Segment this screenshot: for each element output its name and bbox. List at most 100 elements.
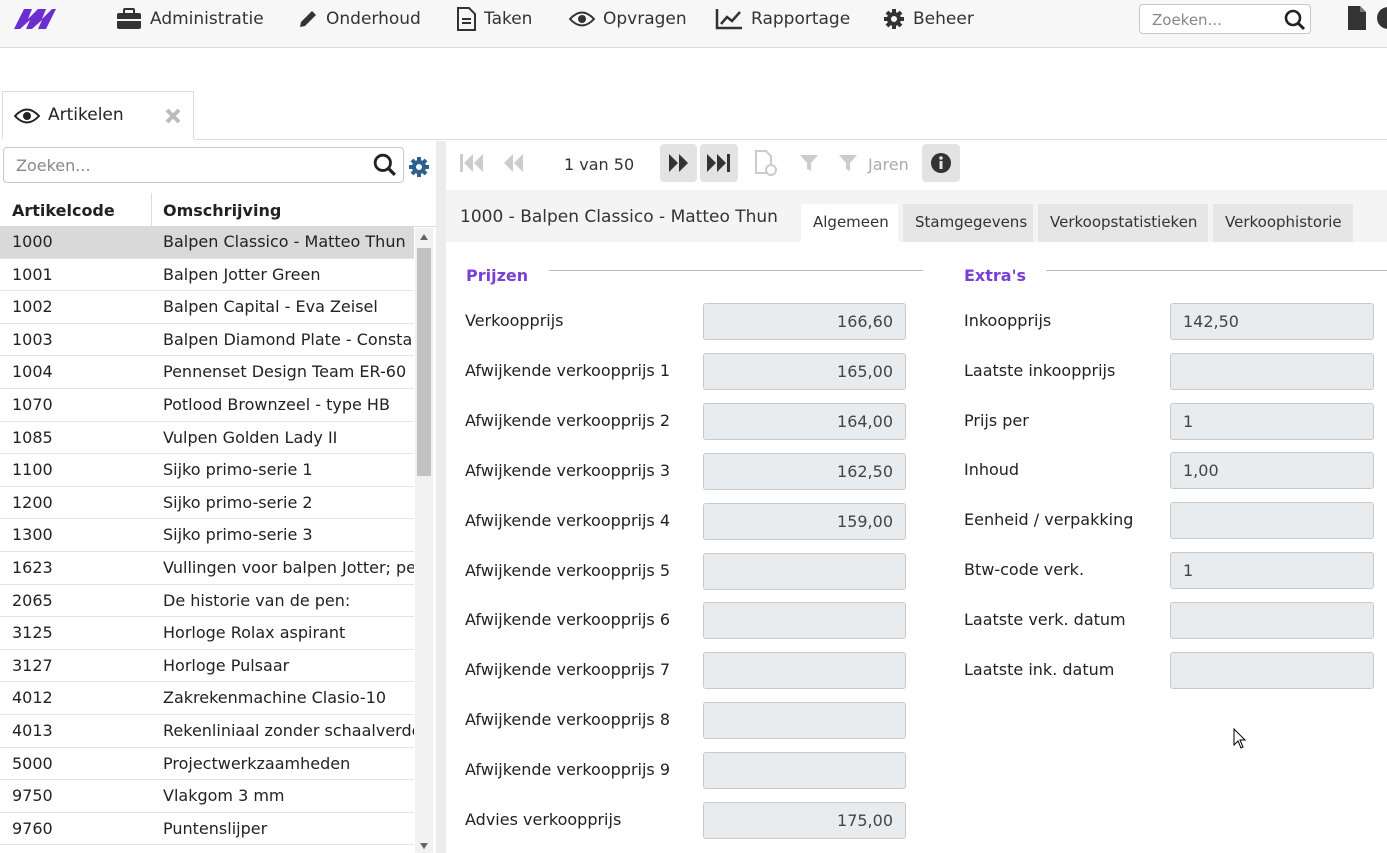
nav-label: Taken	[484, 9, 533, 29]
table-row[interactable]: 1000 Balpen Classico - Matteo Thun	[0, 226, 414, 259]
field-value[interactable]	[703, 652, 906, 690]
field-value[interactable]	[703, 752, 906, 790]
table-row[interactable]: 2065 De historie van de pen:	[0, 585, 414, 618]
search-icon[interactable]	[373, 153, 397, 181]
table-row[interactable]: 4013 Rekenliniaal zonder schaalverde	[0, 715, 414, 748]
first-record-button[interactable]	[454, 144, 490, 182]
nav-onderhoud[interactable]: Onderhoud	[298, 0, 421, 38]
app-logo[interactable]	[12, 7, 58, 35]
last-record-button[interactable]	[700, 144, 738, 182]
cell-desc: Sijko primo-serie 3	[163, 525, 313, 545]
field-value[interactable]: 162,50	[703, 452, 906, 490]
table-row[interactable]: 4012 Zakrekenmachine Clasio-10	[0, 682, 414, 715]
info-button[interactable]	[922, 144, 960, 182]
field-value[interactable]: 1	[1170, 552, 1374, 589]
top-search-box	[1139, 4, 1311, 34]
tab-artikelen[interactable]: Artikelen	[2, 91, 194, 139]
field-value[interactable]	[703, 602, 906, 640]
column-header-code[interactable]: Artikelcode	[12, 201, 115, 220]
help-icon[interactable]	[1377, 7, 1387, 29]
tab-stamgegevens[interactable]: Stamgegevens	[903, 204, 1033, 242]
field-value[interactable]	[1170, 601, 1374, 639]
table-row[interactable]: 1085 Vulpen Golden Lady II	[0, 422, 414, 455]
section-divider	[1046, 270, 1387, 271]
cell-desc: Horloge Rolax aspirant	[163, 623, 346, 643]
file-icon[interactable]	[1347, 5, 1367, 35]
table-row[interactable]: 3125 Horloge Rolax aspirant	[0, 617, 414, 650]
years-filter-label[interactable]: Jaren	[868, 155, 909, 174]
briefcase-icon	[116, 8, 142, 30]
table-row[interactable]: 9750 Vlakgom 3 mm	[0, 780, 414, 813]
filter-years-icon[interactable]	[834, 144, 862, 182]
list-header: Artikelcode Omschrijving	[0, 193, 436, 227]
field-value[interactable]	[1170, 502, 1374, 540]
scroll-down-icon[interactable]	[420, 843, 428, 849]
cell-code: 1001	[12, 264, 53, 284]
document-preview-icon[interactable]	[750, 144, 782, 182]
table-row[interactable]: 1623 Vullingen voor balpen Jotter; pe	[0, 552, 414, 585]
top-search-input[interactable]	[1150, 9, 1284, 31]
nav-rapportage[interactable]: Rapportage	[715, 0, 850, 38]
section-divider	[549, 270, 923, 271]
field-value[interactable]	[1170, 352, 1374, 390]
field-label: Laatste ink. datum	[964, 659, 1115, 679]
table-row[interactable]: 1004 Pennenset Design Team ER-60	[0, 356, 414, 389]
cell-code: 1004	[12, 362, 53, 382]
field-value[interactable]: 1,00	[1170, 452, 1374, 490]
table-row[interactable]: 9760 Puntenslijper	[0, 813, 414, 846]
field-value[interactable]: 1	[1170, 402, 1374, 440]
table-row[interactable]: 1300 Sijko primo-serie 3	[0, 519, 414, 552]
tab-algemeen[interactable]: Algemeen	[801, 204, 898, 242]
cell-code: 1623	[12, 557, 53, 577]
tab-verkoopstatistieken[interactable]: Verkoopstatistieken	[1038, 204, 1208, 242]
column-header-desc[interactable]: Omschrijving	[163, 201, 281, 220]
field-value[interactable]: 164,00	[703, 402, 906, 440]
field-value[interactable]: 159,00	[703, 502, 906, 540]
field-value[interactable]: 166,60	[703, 303, 906, 340]
scroll-thumb[interactable]	[417, 248, 431, 476]
table-row[interactable]: 1002 Balpen Capital - Eva Zeisel	[0, 291, 414, 324]
table-row[interactable]: 1100 Sijko primo-serie 1	[0, 454, 414, 487]
close-icon[interactable]	[163, 106, 183, 130]
cell-code: 9760	[12, 818, 53, 838]
nav-taken[interactable]: Taken	[456, 0, 532, 38]
scroll-up-icon[interactable]	[420, 234, 428, 240]
filter-icon[interactable]	[795, 144, 823, 182]
nav-opvragen[interactable]: Opvragen	[569, 0, 687, 38]
field-value[interactable]: 165,00	[703, 352, 906, 390]
cell-desc: Sijko primo-serie 2	[163, 492, 313, 512]
table-row[interactable]: 1070 Potlood Brownzeel - type HB	[0, 389, 414, 422]
table-row[interactable]: 1003 Balpen Diamond Plate - Consta	[0, 324, 414, 357]
field-value[interactable]: 142,50	[1170, 303, 1374, 340]
field-value[interactable]	[703, 552, 906, 590]
list-search-input[interactable]	[14, 155, 358, 176]
table-row[interactable]: 3127 Horloge Pulsaar	[0, 650, 414, 683]
cell-code: 1002	[12, 297, 53, 317]
field-value[interactable]	[703, 702, 906, 740]
field-label: Afwijkende verkoopprijs 3	[465, 460, 671, 480]
nav-administratie[interactable]: Administratie	[116, 0, 264, 38]
list-scrollbar[interactable]	[415, 228, 433, 853]
cell-code: 2065	[12, 590, 53, 610]
previous-record-button[interactable]	[496, 144, 530, 182]
tab-verkoophistorie[interactable]: Verkoophistorie	[1213, 204, 1353, 242]
settings-gear-icon[interactable]	[408, 156, 430, 182]
cell-code: 1000	[12, 232, 53, 251]
table-row[interactable]: 1001 Balpen Jotter Green	[0, 259, 414, 292]
field-value[interactable]	[1170, 651, 1374, 689]
cell-desc: Balpen Jotter Green	[163, 264, 321, 284]
field-label: Prijs per	[964, 410, 1029, 430]
table-row[interactable]: 5000 Projectwerkzaamheden	[0, 748, 414, 781]
field-label: Eenheid / verpakking	[964, 510, 1134, 530]
next-record-button[interactable]	[660, 144, 697, 182]
table-row[interactable]: 1200 Sijko primo-serie 2	[0, 487, 414, 520]
cell-desc: Vlakgom 3 mm	[163, 786, 285, 806]
eye-icon	[569, 10, 595, 28]
search-icon[interactable]	[1284, 9, 1306, 35]
cell-desc: Puntenslijper	[163, 818, 268, 838]
field-value[interactable]: 175,00	[703, 802, 906, 839]
cell-code: 5000	[12, 753, 53, 773]
nav-beheer[interactable]: Beheer	[883, 0, 974, 38]
cell-desc: Rekenliniaal zonder schaalverde	[163, 720, 414, 740]
panel-splitter[interactable]	[436, 141, 446, 853]
